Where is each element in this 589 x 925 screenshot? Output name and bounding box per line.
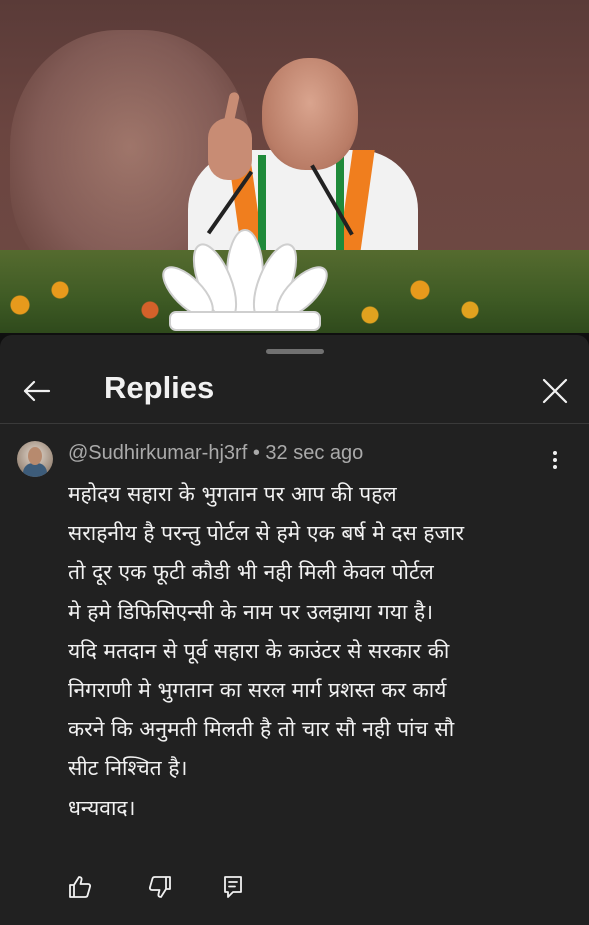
back-button[interactable] (18, 373, 54, 409)
thumb-down-icon (148, 876, 171, 898)
comment-time: 32 sec ago (265, 442, 364, 464)
speaker-hand (208, 118, 252, 180)
panel-header: Replies (0, 357, 589, 423)
reply-comment-icon (224, 876, 242, 898)
replies-panel: Replies @Sudhirkumar-hj3rf • 32 sec ago … (0, 335, 589, 925)
video-player[interactable] (0, 0, 589, 333)
back-arrow-icon (23, 380, 51, 402)
close-button[interactable] (536, 372, 574, 410)
comment-line: सीट निश्चित है। (68, 756, 188, 781)
like-button[interactable] (66, 873, 94, 901)
comment-meta: @Sudhirkumar-hj3rf • 32 sec ago (68, 442, 363, 465)
more-vert-icon (553, 451, 557, 455)
comment-line: यदि मतदान से पूर्व सहारा के काउंटर से सर… (68, 638, 450, 663)
dislike-button[interactable] (146, 873, 174, 901)
comment-actions (0, 865, 589, 905)
comment-line: निगराणी मे भुगतान का सरल मार्ग प्रशस्त क… (68, 678, 447, 703)
comment-line: तो दूर एक फूटी कौडी भी नही मिली केवल पोर… (68, 560, 434, 585)
comment-line: करने कि अनुमती मिलती है तो चार सौ नही पा… (68, 717, 455, 742)
lotus-symbol (162, 229, 328, 331)
header-divider (0, 423, 589, 424)
comment-line: धन्यवाद। (68, 795, 136, 820)
comment-text: महोदय सहारा के भुगतान पर आप की पहल सराहन… (68, 475, 578, 828)
thumb-up-icon (69, 876, 92, 898)
panel-title: Replies (104, 370, 215, 405)
more-options-button[interactable] (542, 447, 568, 473)
comment-line: महोदय सहारा के भुगतान पर आप की पहल (68, 482, 397, 506)
drag-handle[interactable] (266, 349, 324, 354)
reply-button[interactable] (219, 873, 247, 901)
avatar[interactable] (17, 441, 53, 477)
comment-line: सराहनीय है परन्तु पोर्टल से हमे एक बर्ष … (68, 521, 465, 546)
meta-separator: • (252, 442, 260, 464)
speaker-head (262, 58, 358, 170)
close-icon (542, 378, 568, 404)
comment-author[interactable]: @Sudhirkumar-hj3rf (68, 442, 247, 464)
comment-line: मे हमे डिफिसिएन्सी के नाम पर उलझाया गया … (68, 599, 434, 624)
